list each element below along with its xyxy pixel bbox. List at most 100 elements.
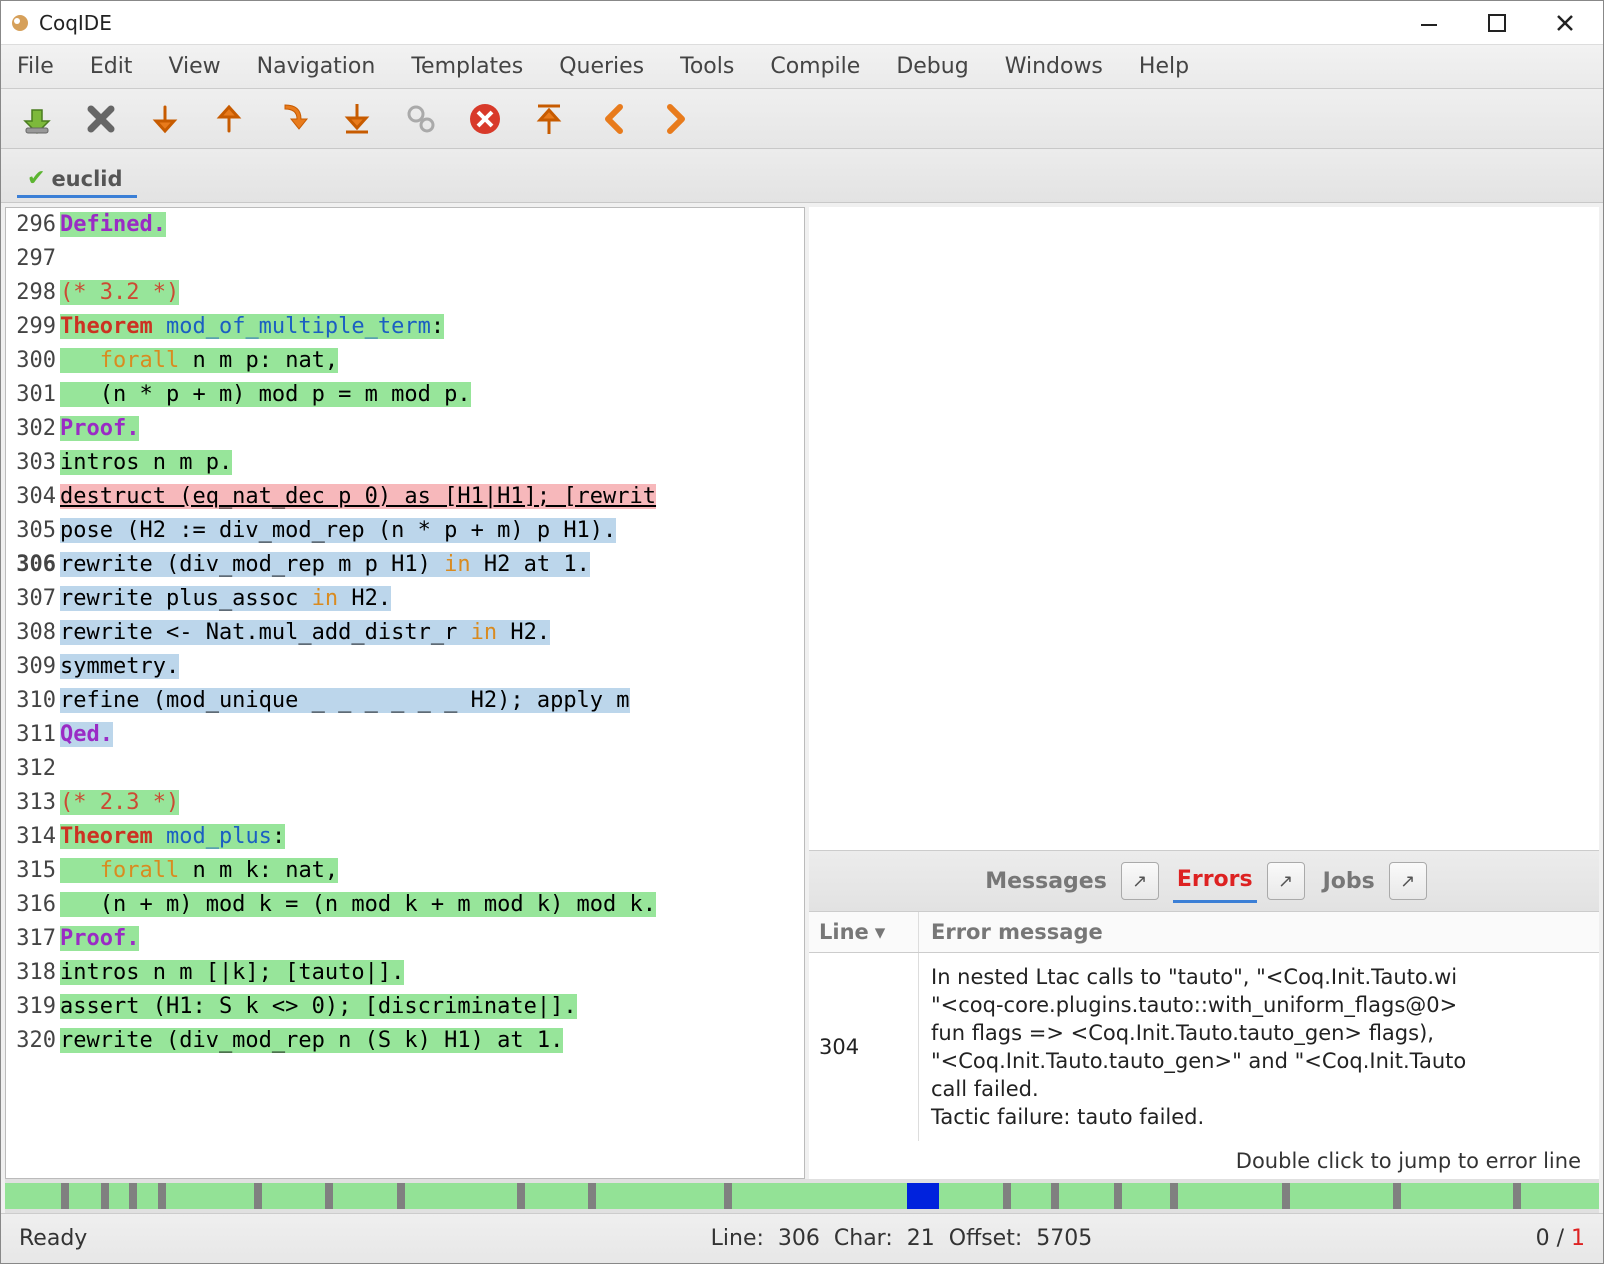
code-line[interactable]: 297 (6, 242, 804, 276)
code-content[interactable]: assert (H1: S k <> 0); [discriminate|]. (60, 990, 804, 1024)
code-line[interactable]: 307rewrite plus_assoc in H2. (6, 582, 804, 616)
code-content[interactable]: intros n m p. (60, 446, 804, 480)
overview-segment[interactable] (397, 1183, 405, 1209)
overview-segment[interactable] (129, 1183, 137, 1209)
code-line[interactable]: 317Proof. (6, 922, 804, 956)
error-row[interactable]: 304 In nested Ltac calls to "tauto", "<C… (809, 953, 1599, 1141)
code-content[interactable]: rewrite (div_mod_rep n (S k) H1) at 1. (60, 1024, 804, 1058)
code-content[interactable]: forall n m p: nat, (60, 344, 804, 378)
code-line[interactable]: 302Proof. (6, 412, 804, 446)
overview-segment[interactable] (5, 1183, 61, 1209)
overview-segment[interactable] (166, 1183, 254, 1209)
overview-segment[interactable] (101, 1183, 109, 1209)
editor-scroll[interactable]: 296Defined.297298(* 3.2 *)299Theorem mod… (6, 208, 804, 1178)
minimize-button[interactable] (1415, 9, 1443, 37)
menu-templates[interactable]: Templates (407, 50, 527, 83)
overview-segment[interactable] (939, 1183, 1003, 1209)
code-content[interactable] (60, 752, 804, 786)
code-content[interactable]: Theorem mod_plus: (60, 820, 804, 854)
code-line[interactable]: 311Qed. (6, 718, 804, 752)
code-line[interactable]: 318intros n m [|k]; [tauto|]. (6, 956, 804, 990)
run-to-end-icon[interactable] (337, 99, 377, 139)
code-content[interactable]: refine (mod_unique _ _ _ _ _ _ H2); appl… (60, 684, 804, 718)
popout-errors-icon[interactable]: ↗ (1267, 862, 1305, 900)
code-content[interactable]: pose (H2 := div_mod_rep (n * p + m) p H1… (60, 514, 804, 548)
code-content[interactable]: (n + m) mod k = (n mod k + m mod k) mod … (60, 888, 804, 922)
code-content[interactable]: intros n m [|k]; [tauto|]. (60, 956, 804, 990)
code-content[interactable]: (n * p + m) mod p = m mod p. (60, 378, 804, 412)
overview-segment[interactable] (1290, 1183, 1394, 1209)
tab-errors[interactable]: Errors (1173, 859, 1257, 903)
overview-segment[interactable] (158, 1183, 166, 1209)
overview-segment[interactable] (525, 1183, 589, 1209)
code-content[interactable]: (* 2.3 *) (60, 786, 804, 820)
popout-jobs-icon[interactable]: ↗ (1389, 862, 1427, 900)
close-button[interactable] (1551, 9, 1579, 37)
overview-segment[interactable] (333, 1183, 397, 1209)
overview-segment[interactable] (1051, 1183, 1059, 1209)
code-line[interactable]: 308rewrite <- Nat.mul_add_distr_r in H2. (6, 616, 804, 650)
code-line[interactable]: 298(* 3.2 *) (6, 276, 804, 310)
code-line[interactable]: 314Theorem mod_plus: (6, 820, 804, 854)
error-header-msg[interactable]: Error message (919, 912, 1599, 952)
overview-segment[interactable] (588, 1183, 596, 1209)
code-content[interactable]: rewrite plus_assoc in H2. (60, 582, 804, 616)
code-content[interactable]: (* 3.2 *) (60, 276, 804, 310)
code-content[interactable]: rewrite (div_mod_rep m p H1) in H2 at 1. (60, 548, 804, 582)
overview-segment[interactable] (724, 1183, 732, 1209)
overview-segment[interactable] (907, 1183, 939, 1209)
code-line[interactable]: 313(* 2.3 *) (6, 786, 804, 820)
overview-segment[interactable] (61, 1183, 69, 1209)
tab-jobs[interactable]: Jobs (1319, 861, 1379, 902)
code-line[interactable]: 316 (n + m) mod k = (n mod k + m mod k) … (6, 888, 804, 922)
popout-messages-icon[interactable]: ↗ (1121, 862, 1159, 900)
menu-edit[interactable]: Edit (86, 50, 137, 83)
gears-icon[interactable] (401, 99, 441, 139)
menu-queries[interactable]: Queries (555, 50, 648, 83)
code-content[interactable]: Proof. (60, 412, 804, 446)
tab-euclid[interactable]: ✔ euclid (17, 160, 137, 198)
code-content[interactable]: forall n m k: nat, (60, 854, 804, 888)
code-content[interactable]: Qed. (60, 718, 804, 752)
overview-segment[interactable] (254, 1183, 262, 1209)
code-line[interactable]: 300 forall n m p: nat, (6, 344, 804, 378)
code-line[interactable]: 306rewrite (div_mod_rep m p H1) in H2 at… (6, 548, 804, 582)
overview-segment[interactable] (1282, 1183, 1290, 1209)
close-file-icon[interactable] (81, 99, 121, 139)
code-line[interactable]: 309symmetry. (6, 650, 804, 684)
overview-segment[interactable] (1170, 1183, 1178, 1209)
code-line[interactable]: 305pose (H2 := div_mod_rep (n * p + m) p… (6, 514, 804, 548)
overview-segment[interactable] (405, 1183, 517, 1209)
code-line[interactable]: 301 (n * p + m) mod p = m mod p. (6, 378, 804, 412)
overview-segment[interactable] (596, 1183, 724, 1209)
code-line[interactable]: 299Theorem mod_of_multiple_term: (6, 310, 804, 344)
code-line[interactable]: 319assert (H1: S k <> 0); [discriminate|… (6, 990, 804, 1024)
overview-segment[interactable] (1521, 1183, 1599, 1209)
save-icon[interactable] (17, 99, 57, 139)
code-line[interactable]: 296Defined. (6, 208, 804, 242)
menu-navigation[interactable]: Navigation (253, 50, 380, 83)
maximize-button[interactable] (1483, 9, 1511, 37)
code-content[interactable]: Proof. (60, 922, 804, 956)
overview-segment[interactable] (1401, 1183, 1513, 1209)
overview-segment[interactable] (517, 1183, 525, 1209)
code-line[interactable]: 303intros n m p. (6, 446, 804, 480)
overview-segment[interactable] (1114, 1183, 1122, 1209)
menu-tools[interactable]: Tools (676, 50, 738, 83)
overview-segment[interactable] (1059, 1183, 1115, 1209)
code-line[interactable]: 304destruct (eq_nat_dec p 0) as [H1|H1];… (6, 480, 804, 514)
menu-view[interactable]: View (164, 50, 224, 83)
backward-one-icon[interactable] (209, 99, 249, 139)
overview-segment[interactable] (1011, 1183, 1051, 1209)
prev-icon[interactable] (593, 99, 633, 139)
overview-segment[interactable] (69, 1183, 101, 1209)
run-to-start-icon[interactable] (529, 99, 569, 139)
overview-segment[interactable] (1178, 1183, 1282, 1209)
overview-segment[interactable] (1513, 1183, 1521, 1209)
code-content[interactable]: Defined. (60, 208, 804, 242)
code-line[interactable]: 312 (6, 752, 804, 786)
overview-segment[interactable] (325, 1183, 333, 1209)
menu-debug[interactable]: Debug (892, 50, 972, 83)
code-line[interactable]: 315 forall n m k: nat, (6, 854, 804, 888)
code-content[interactable]: rewrite <- Nat.mul_add_distr_r in H2. (60, 616, 804, 650)
